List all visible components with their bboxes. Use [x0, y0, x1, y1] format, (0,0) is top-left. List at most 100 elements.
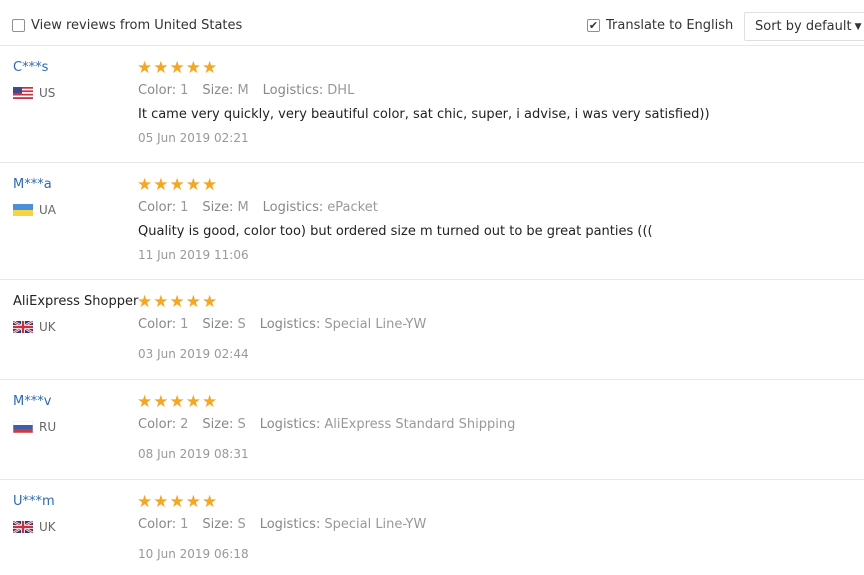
logistics-value: ePacket	[327, 200, 378, 215]
review-toolbar: View reviews from United States ✔ Transl…	[0, 0, 864, 46]
reviewer-country: US	[13, 86, 55, 100]
review-date: 03 Jun 2019 02:44	[138, 347, 249, 361]
star-icon: ★	[202, 292, 218, 312]
star-icon: ★	[169, 292, 185, 312]
reviewer-country: UK	[13, 320, 56, 334]
size-value: S	[237, 417, 246, 432]
size-value: M	[237, 83, 249, 98]
logistics-key: Logistics:	[259, 417, 321, 432]
logistics-key: Logistics:	[262, 200, 324, 215]
star-icon: ★	[137, 392, 153, 412]
rating-stars: ★ ★ ★ ★ ★	[137, 494, 218, 511]
star-icon: ★	[153, 392, 169, 412]
reviewer-country: UK	[13, 520, 56, 534]
review-text: Quality is good, color too) but ordered …	[138, 224, 653, 239]
star-icon: ★	[153, 492, 169, 512]
review-item: AliExpress Shopper UK ★ ★ ★ ★ ★ Color: 1 Size…	[0, 280, 864, 380]
star-icon: ★	[153, 292, 169, 312]
reviewer-country: UA	[13, 203, 56, 217]
star-icon: ★	[202, 175, 218, 195]
review-date: 10 Jun 2019 06:18	[138, 547, 249, 561]
country-code: UK	[39, 520, 56, 534]
review-text: It came very quickly, very beautiful col…	[138, 107, 710, 122]
translate-checkbox[interactable]: ✔	[587, 19, 600, 32]
color-value: 1	[180, 517, 189, 532]
country-code: UA	[39, 203, 56, 217]
color-key: Color:	[138, 317, 177, 332]
review-item: M***a UA ★ ★ ★ ★ ★ Color: 1 Size: M Logistics:…	[0, 163, 864, 280]
color-value: 2	[180, 417, 189, 432]
color-key: Color:	[138, 517, 177, 532]
color-key: Color:	[138, 83, 177, 98]
reviewer-name[interactable]: M***v	[13, 394, 51, 409]
logistics-value: AliExpress Standard Shipping	[324, 417, 516, 432]
logistics-key: Logistics:	[259, 517, 321, 532]
star-icon: ★	[185, 292, 201, 312]
size-key: Size:	[202, 83, 234, 98]
size-key: Size:	[202, 417, 234, 432]
star-icon: ★	[137, 58, 153, 78]
reviewer-name: AliExpress Shopper	[13, 294, 139, 309]
reviewer-name[interactable]: U***m	[13, 494, 55, 509]
star-icon: ★	[202, 58, 218, 78]
size-value: S	[237, 317, 246, 332]
country-code: UK	[39, 320, 56, 334]
view-us-filter[interactable]: View reviews from United States	[12, 18, 242, 33]
star-icon: ★	[169, 175, 185, 195]
sort-label: Sort by default	[755, 19, 852, 34]
size-value: S	[237, 517, 246, 532]
star-icon: ★	[153, 58, 169, 78]
country-code: RU	[39, 420, 57, 434]
star-icon: ★	[137, 175, 153, 195]
rating-stars: ★ ★ ★ ★ ★	[137, 60, 218, 77]
star-icon: ★	[185, 175, 201, 195]
review-item: M***v RU ★ ★ ★ ★ ★ Color: 2 Size: S Logistics:…	[0, 380, 864, 480]
star-icon: ★	[137, 292, 153, 312]
view-us-checkbox[interactable]	[12, 19, 25, 32]
rating-stars: ★ ★ ★ ★ ★	[137, 177, 218, 194]
translate-toggle[interactable]: ✔ Translate to English	[587, 18, 733, 33]
rating-stars: ★ ★ ★ ★ ★	[137, 394, 218, 411]
review-attributes: Color: 1 Size: S Logistics: Special Line-YW	[138, 317, 440, 332]
color-value: 1	[180, 83, 189, 98]
star-icon: ★	[202, 492, 218, 512]
translate-label[interactable]: Translate to English	[606, 18, 733, 33]
color-value: 1	[180, 317, 189, 332]
star-icon: ★	[153, 175, 169, 195]
review-date: 08 Jun 2019 08:31	[138, 447, 249, 461]
review-item: C***s US ★ ★ ★ ★ ★ Color: 1 Size: M Logistics:…	[0, 46, 864, 163]
logistics-key: Logistics:	[262, 83, 324, 98]
size-key: Size:	[202, 317, 234, 332]
review-date: 11 Jun 2019 11:06	[138, 248, 249, 262]
sort-dropdown[interactable]: Sort by default ▼	[744, 12, 864, 41]
star-icon: ★	[169, 392, 185, 412]
review-date: 05 Jun 2019 02:21	[138, 131, 249, 145]
logistics-value: Special Line-YW	[324, 517, 427, 532]
review-item: U***m UK ★ ★ ★ ★ ★ Color: 1 Size: S Logistics:…	[0, 480, 864, 575]
size-key: Size:	[202, 200, 234, 215]
logistics-value: DHL	[327, 83, 355, 98]
ua-flag-icon	[13, 204, 33, 216]
logistics-value: Special Line-YW	[324, 317, 427, 332]
review-attributes: Color: 2 Size: S Logistics: AliExpress Stan…	[138, 417, 529, 432]
country-code: US	[39, 86, 56, 100]
color-key: Color:	[138, 200, 177, 215]
us-flag-icon	[13, 87, 33, 99]
size-value: M	[237, 200, 249, 215]
star-icon: ★	[169, 492, 185, 512]
reviewer-name[interactable]: C***s	[13, 60, 48, 75]
view-us-label[interactable]: View reviews from United States	[31, 18, 242, 33]
star-icon: ★	[185, 492, 201, 512]
review-attributes: Color: 1 Size: S Logistics: Special Line-YW	[138, 517, 440, 532]
review-attributes: Color: 1 Size: M Logistics: DHL	[138, 83, 368, 98]
reviewer-name[interactable]: M***a	[13, 177, 52, 192]
star-icon: ★	[185, 392, 201, 412]
color-value: 1	[180, 200, 189, 215]
review-attributes: Color: 1 Size: M Logistics: ePacket	[138, 200, 392, 215]
chevron-down-icon: ▼	[854, 21, 862, 32]
star-icon: ★	[202, 392, 218, 412]
logistics-key: Logistics:	[259, 317, 321, 332]
ru-flag-icon	[13, 421, 33, 433]
reviewer-country: RU	[13, 420, 56, 434]
uk-flag-icon	[13, 321, 33, 333]
